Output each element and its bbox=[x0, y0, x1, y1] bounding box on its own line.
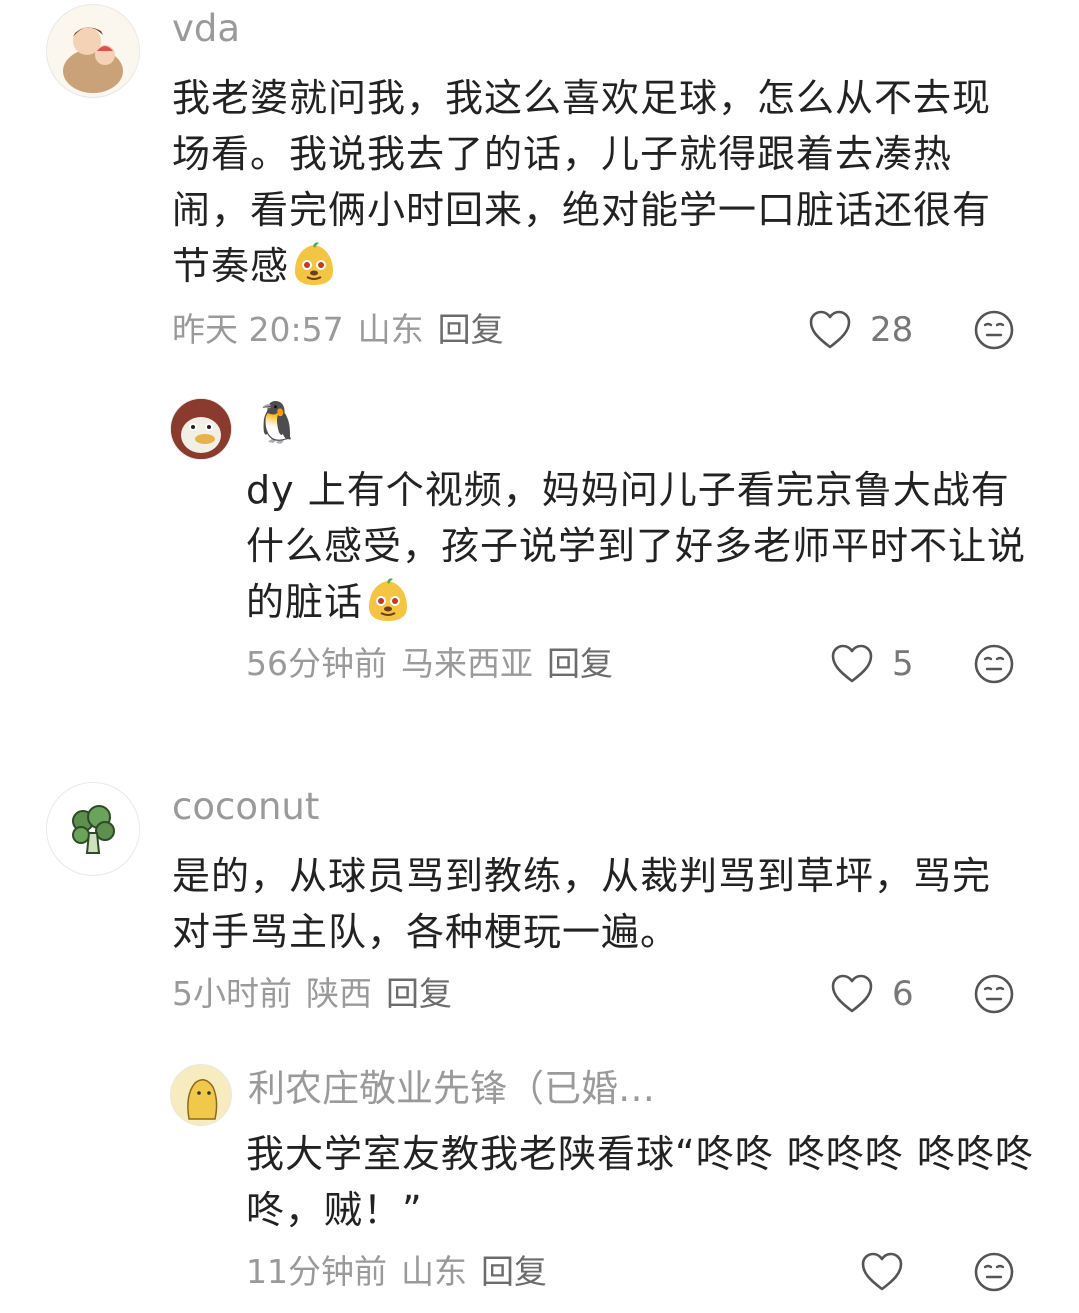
comment-text: dy 上有个视频，妈妈问儿子看完京鲁大战有什么感受，孩子说学到了好多老师平时不让… bbox=[246, 462, 1026, 630]
comment-time: 5小时前 bbox=[172, 974, 292, 1013]
reply-button[interactable]: 回复 bbox=[547, 644, 613, 683]
heart-outline-icon bbox=[831, 644, 873, 683]
smirk-potato-emoji bbox=[295, 242, 334, 285]
comment-text-body: dy 上有个视频，妈妈问儿子看完京鲁大战有什么感受，孩子说学到了好多老师平时不让… bbox=[246, 468, 1027, 624]
reply-button[interactable]: 回复 bbox=[386, 974, 452, 1013]
avatar[interactable] bbox=[170, 398, 232, 460]
comment-meta: 11分钟前 山东 回复 bbox=[246, 1250, 547, 1294]
meh-face-icon bbox=[974, 974, 1014, 1014]
dislike-button[interactable] bbox=[974, 310, 1014, 350]
comment-text: 我大学室友教我老陕看球“咚咚 咚咚咚 咚咚咚咚，贼！” bbox=[246, 1126, 1036, 1238]
like-count: 6 bbox=[892, 974, 914, 1014]
reply-button[interactable]: 回复 bbox=[438, 310, 504, 349]
comment-location: 马来西亚 bbox=[401, 644, 533, 683]
comment-time: 11分钟前 bbox=[246, 1252, 387, 1291]
meh-face-icon bbox=[974, 310, 1014, 350]
like-button[interactable] bbox=[860, 1250, 904, 1294]
avatar-image bbox=[171, 1065, 231, 1125]
username[interactable]: 利农庄敬业先锋（已婚… bbox=[248, 1066, 655, 1112]
heart-outline-icon bbox=[831, 974, 873, 1013]
avatar-image bbox=[171, 399, 231, 459]
dislike-button[interactable] bbox=[974, 974, 1014, 1014]
avatar[interactable] bbox=[46, 782, 140, 876]
username[interactable]: 🐧 bbox=[252, 400, 302, 446]
dislike-button[interactable] bbox=[974, 1252, 1014, 1292]
like-button[interactable]: 5 bbox=[830, 642, 914, 686]
like-button[interactable]: 6 bbox=[830, 972, 914, 1016]
comment-meta: 56分钟前 马来西亚 回复 bbox=[246, 642, 613, 686]
heart-outline-icon bbox=[861, 1252, 903, 1291]
username[interactable]: coconut bbox=[172, 784, 319, 830]
comment-meta: 5小时前 陕西 回复 bbox=[172, 972, 452, 1016]
avatar[interactable] bbox=[46, 4, 140, 98]
comment-text-body: 我大学室友教我老陕看球“咚咚 咚咚咚 咚咚咚咚，贼！” bbox=[246, 1132, 1034, 1232]
heart-outline-icon bbox=[809, 310, 851, 349]
comment-text-body: 是的，从球员骂到教练，从裁判骂到草坪，骂完对手骂主队，各种梗玩一遍。 bbox=[172, 854, 992, 954]
comment-meta: 昨天 20:57 山东 回复 bbox=[172, 308, 504, 352]
username[interactable]: vda bbox=[172, 6, 240, 52]
dislike-button[interactable] bbox=[974, 644, 1014, 684]
comment-location: 山东 bbox=[401, 1252, 467, 1291]
comment-text: 是的，从球员骂到教练，从裁判骂到草坪，骂完对手骂主队，各种梗玩一遍。 bbox=[172, 848, 1022, 960]
comment-text: 我老婆就问我，我这么喜欢足球，怎么从不去现场看。我说我去了的话，儿子就得跟着去凑… bbox=[172, 70, 1022, 294]
reply-button[interactable]: 回复 bbox=[481, 1252, 547, 1291]
like-count: 28 bbox=[870, 310, 914, 350]
like-count: 5 bbox=[892, 644, 914, 684]
avatar[interactable] bbox=[170, 1064, 232, 1126]
comment-time: 56分钟前 bbox=[246, 644, 387, 683]
smirk-potato-emoji bbox=[369, 578, 408, 621]
comment-location: 山东 bbox=[357, 310, 424, 349]
comment-time: 昨天 20:57 bbox=[172, 310, 344, 349]
broccoli-avatar-icon bbox=[47, 783, 139, 875]
like-button[interactable]: 28 bbox=[808, 308, 913, 352]
comment-location: 陕西 bbox=[306, 974, 372, 1013]
meh-face-icon bbox=[974, 1252, 1014, 1292]
meh-face-icon bbox=[974, 644, 1014, 684]
avatar-image bbox=[47, 5, 139, 97]
